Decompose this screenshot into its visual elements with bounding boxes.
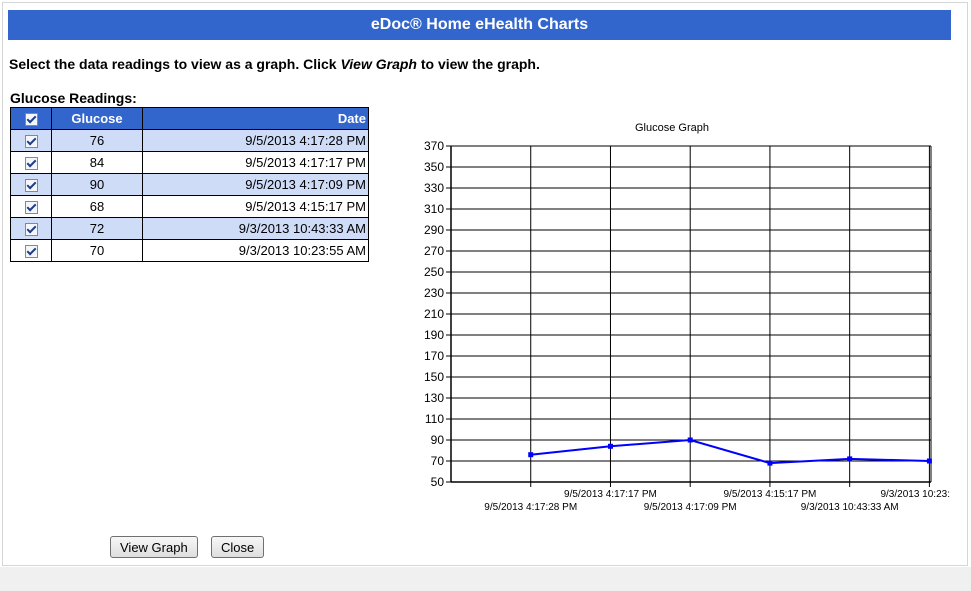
row-checkbox[interactable] <box>24 157 38 171</box>
instructions-text: Select the data readings to view as a gr… <box>9 56 540 72</box>
table-row: 84 9/5/2013 4:17:17 PM <box>10 151 369 174</box>
glucose-cell: 72 <box>51 217 143 240</box>
y-tick-label: 250 <box>424 265 444 279</box>
chart-title: Glucose Graph <box>635 122 709 134</box>
row-checkbox-cell[interactable] <box>10 217 52 240</box>
table-row: 76 9/5/2013 4:17:28 PM <box>10 129 369 152</box>
chart-labels: 50 70 90 110 130 150 170 190 210 230 250 270 290 310 3… <box>424 139 950 513</box>
date-cell: 9/5/2013 4:15:17 PM <box>142 195 369 218</box>
table-row: 68 9/5/2013 4:15:17 PM <box>10 195 369 218</box>
y-tick-label: 50 <box>431 475 445 489</box>
series-line <box>530 438 930 465</box>
select-all-header[interactable] <box>10 107 52 130</box>
row-checkbox-cell[interactable] <box>10 195 52 218</box>
table-row: 72 9/3/2013 10:43:33 AM <box>10 217 369 240</box>
x-tick-label: 9/3/2013 10:43:33 AM <box>801 502 899 513</box>
date-cell: 9/3/2013 10:23:55 AM <box>142 239 369 262</box>
glucose-column-header[interactable]: Glucose <box>51 107 143 130</box>
y-tick-label: 70 <box>431 454 445 468</box>
instructions-part1: Select the data readings to view as a gr… <box>9 56 341 72</box>
y-tick-label: 370 <box>424 139 444 153</box>
readings-table: Glucose Date 76 9/5/2013 4:17:28 PM 84 9… <box>10 107 369 262</box>
readings-label: Glucose Readings: <box>10 90 137 106</box>
x-tick-label: 9/5/2013 4:17:28 PM <box>484 502 577 513</box>
glucose-cell: 84 <box>51 151 143 174</box>
y-tick-label: 130 <box>424 391 444 405</box>
data-point <box>767 460 773 466</box>
glucose-cell: 68 <box>51 195 143 218</box>
y-tick-label: 270 <box>424 244 444 258</box>
chart-axes <box>446 145 931 487</box>
row-checkbox[interactable] <box>24 223 38 237</box>
y-tick-label: 190 <box>424 328 444 342</box>
row-checkbox[interactable] <box>24 179 38 193</box>
page-title: eDoc® Home eHealth Charts <box>8 10 951 40</box>
row-checkbox-cell[interactable] <box>10 173 52 196</box>
glucose-cell: 76 <box>51 129 143 152</box>
glucose-cell: 90 <box>51 173 143 196</box>
data-point <box>926 458 932 464</box>
row-checkbox[interactable] <box>24 135 38 149</box>
table-row: 70 9/3/2013 10:23:55 AM <box>10 239 369 262</box>
date-column-header[interactable]: Date <box>142 107 369 130</box>
y-tick-label: 210 <box>424 307 444 321</box>
y-tick-label: 150 <box>424 370 444 384</box>
row-checkbox-cell[interactable] <box>10 151 52 174</box>
x-tick-label: 9/5/2013 4:17:17 PM <box>564 489 657 500</box>
data-point <box>528 452 534 458</box>
row-checkbox-cell[interactable] <box>10 129 52 152</box>
x-tick-label: 9/5/2013 4:15:17 PM <box>724 489 817 500</box>
y-tick-label: 290 <box>424 223 444 237</box>
data-point <box>687 437 693 443</box>
view-graph-button[interactable]: View Graph <box>110 536 198 558</box>
y-tick-label: 230 <box>424 286 444 300</box>
instructions-emphasis: View Graph <box>340 56 417 72</box>
glucose-chart: Glucose Graph 50 70 90 110 130 150 170 190 210 23… <box>424 122 950 513</box>
row-checkbox[interactable] <box>24 201 38 215</box>
date-cell: 9/5/2013 4:17:09 PM <box>142 173 369 196</box>
date-cell: 9/5/2013 4:17:28 PM <box>142 129 369 152</box>
row-checkbox[interactable] <box>24 245 38 259</box>
window-bottom-band <box>0 567 971 591</box>
x-tick-label: 9/3/2013 10:23:55 AM <box>880 489 950 500</box>
instructions-part2: to view the graph. <box>416 56 540 72</box>
y-tick-label: 330 <box>424 181 444 195</box>
chart-grid <box>451 145 932 483</box>
select-all-checkbox[interactable] <box>24 113 38 127</box>
x-tick-label: 9/5/2013 4:17:09 PM <box>644 502 737 513</box>
y-tick-label: 350 <box>424 160 444 174</box>
data-point <box>607 443 613 449</box>
y-tick-label: 170 <box>424 349 444 363</box>
close-button[interactable]: Close <box>211 536 265 558</box>
y-tick-label: 110 <box>425 412 444 426</box>
y-tick-label: 310 <box>424 202 444 216</box>
date-cell: 9/3/2013 10:43:33 AM <box>142 217 369 240</box>
data-point <box>847 456 853 462</box>
table-header-row: Glucose Date <box>10 107 369 130</box>
y-tick-label: 90 <box>431 433 445 447</box>
glucose-cell: 70 <box>51 239 143 262</box>
date-cell: 9/5/2013 4:17:17 PM <box>142 151 369 174</box>
row-checkbox-cell[interactable] <box>10 239 52 262</box>
table-row: 90 9/5/2013 4:17:09 PM <box>10 173 369 196</box>
